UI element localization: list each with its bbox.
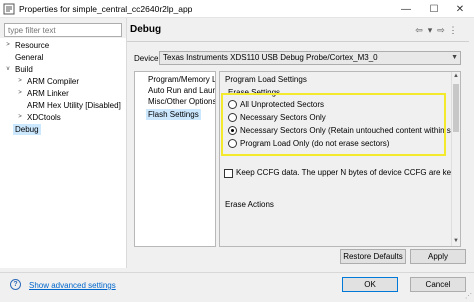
device-value: Texas Instruments XDS110 USB Debug Probe… <box>163 53 378 62</box>
page-title: Debug <box>130 24 162 35</box>
divider <box>0 272 474 273</box>
tree-item-arm-compiler[interactable]: ARM Compiler <box>27 76 79 87</box>
tree-item-xdctools[interactable]: XDCtools <box>27 112 61 123</box>
window-title: Properties for simple_central_cc2640r2lp… <box>19 4 193 14</box>
keep-ccfg-checkbox[interactable] <box>224 169 233 178</box>
divider <box>127 41 469 42</box>
help-icon[interactable]: ? <box>10 279 21 290</box>
filter-input[interactable] <box>4 23 122 37</box>
device-select[interactable]: Texas Instruments XDS110 USB Debug Probe… <box>159 51 461 65</box>
ok-button[interactable]: OK <box>342 277 398 292</box>
list-item-flash-settings[interactable]: Flash Settings <box>146 109 201 120</box>
tree-item-resource[interactable]: Resource <box>15 40 49 51</box>
expand-arrow-icon[interactable]: > <box>16 112 24 123</box>
apply-button[interactable]: Apply <box>410 249 466 264</box>
tree-item-debug[interactable]: Debug <box>13 124 41 135</box>
tree-item-build[interactable]: Build <box>15 64 33 75</box>
close-button[interactable]: ✕ <box>446 0 474 18</box>
tree-item-arm-linker[interactable]: ARM Linker <box>27 88 69 99</box>
restore-defaults-button[interactable]: Restore Defaults <box>340 249 406 264</box>
tree-item-general[interactable]: General <box>15 52 43 63</box>
collapse-arrow-icon[interactable]: v <box>4 64 12 75</box>
chevron-down-icon: ▼ <box>451 54 458 61</box>
back-arrow-icon[interactable]: ⇦ <box>412 24 426 36</box>
forward-arrow-icon[interactable]: ⇨ <box>434 24 448 36</box>
section-erase-actions: Erase Actions <box>225 200 274 209</box>
scroll-up-icon[interactable]: ▲ <box>452 72 460 81</box>
expand-arrow-icon[interactable]: > <box>16 88 24 99</box>
splitter[interactable] <box>126 18 127 268</box>
list-item-misc-options[interactable]: Misc/Other Options <box>148 96 215 107</box>
scroll-thumb[interactable] <box>453 84 459 132</box>
show-advanced-settings-link[interactable]: Show advanced settings <box>29 281 116 290</box>
list-item-program-memory-load[interactable]: Program/Memory Load Options <box>148 74 215 85</box>
properties-icon <box>3 3 15 15</box>
tree-item-arm-hex-utility[interactable]: ARM Hex Utility [Disabled] <box>27 100 125 111</box>
more-menu-icon[interactable]: ⋮ <box>448 24 458 36</box>
page-nav: ⇦ ▾ ⇨ ⋮ <box>412 24 458 36</box>
title-bar: Properties for simple_central_cc2640r2lp… <box>0 0 474 18</box>
list-item-auto-run[interactable]: Auto Run and Launch Options <box>148 85 215 96</box>
cancel-button[interactable]: Cancel <box>410 277 466 292</box>
expand-arrow-icon[interactable]: > <box>4 40 12 51</box>
annotation-highlight <box>221 93 446 156</box>
device-label: Device <box>134 54 159 63</box>
expand-arrow-icon[interactable]: > <box>16 76 24 87</box>
debug-category-list: Program/Memory Load Options Auto Run and… <box>134 71 216 247</box>
vertical-scrollbar[interactable]: ▲ ▼ <box>451 72 460 246</box>
scroll-down-icon[interactable]: ▼ <box>452 237 460 246</box>
resize-grip-icon[interactable]: ⋰ <box>465 292 472 300</box>
back-menu-icon[interactable]: ▾ <box>426 24 434 36</box>
section-program-load-settings: Program Load Settings <box>225 75 307 84</box>
property-tree: > Resource General v Build > ARM Compile… <box>0 38 126 268</box>
minimize-button[interactable]: — <box>392 0 420 18</box>
keep-ccfg-label: Keep CCFG data. The upper N bytes of dev… <box>236 168 461 177</box>
maximize-button[interactable]: ☐ <box>420 0 448 18</box>
